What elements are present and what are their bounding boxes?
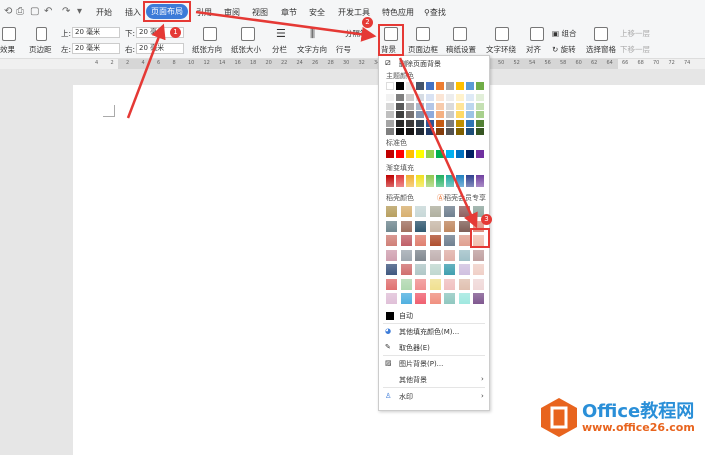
office-logo-icon — [541, 398, 577, 437]
annotation-arrows — [126, 10, 478, 229]
arrow-2 — [195, 10, 377, 42]
logo-brand: Office教程网 — [582, 401, 695, 422]
office26-watermark-logo: Office教程网 www.office26.com — [540, 395, 705, 440]
logo-url: www.office26.com — [582, 421, 695, 434]
arrow-3 — [398, 57, 478, 229]
arrow-1 — [126, 23, 166, 119]
